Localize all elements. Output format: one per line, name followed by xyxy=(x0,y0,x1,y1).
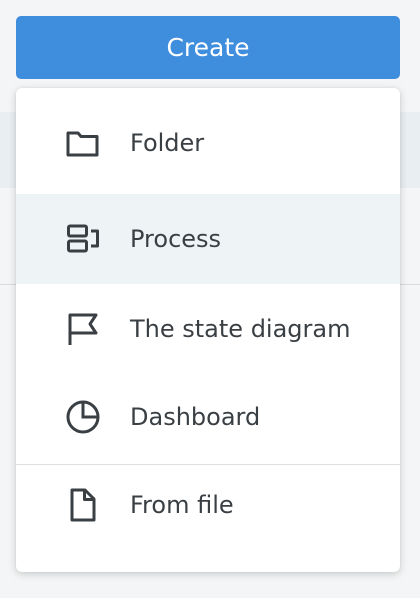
menu-item-label: From file xyxy=(130,491,234,519)
menu-item-state-diagram[interactable]: The state diagram xyxy=(16,284,400,374)
menu-item-folder[interactable]: Folder xyxy=(16,98,400,188)
menu-item-label: The state diagram xyxy=(130,315,351,343)
menu-item-from-file[interactable]: From file xyxy=(16,460,400,550)
menu-item-label: Folder xyxy=(130,129,205,157)
folder-icon xyxy=(64,124,102,162)
flag-icon xyxy=(64,310,102,348)
menu-item-dashboard[interactable]: Dashboard xyxy=(16,372,400,462)
create-button[interactable]: Create xyxy=(16,16,400,79)
file-icon xyxy=(64,486,102,524)
create-dropdown-menu: Folder Process The state diagram Dashboa… xyxy=(16,88,400,572)
menu-item-label: Dashboard xyxy=(130,403,261,431)
pie-chart-icon xyxy=(64,398,102,436)
menu-item-label: Process xyxy=(130,225,222,253)
menu-item-process[interactable]: Process xyxy=(16,194,400,284)
process-icon xyxy=(64,220,102,258)
